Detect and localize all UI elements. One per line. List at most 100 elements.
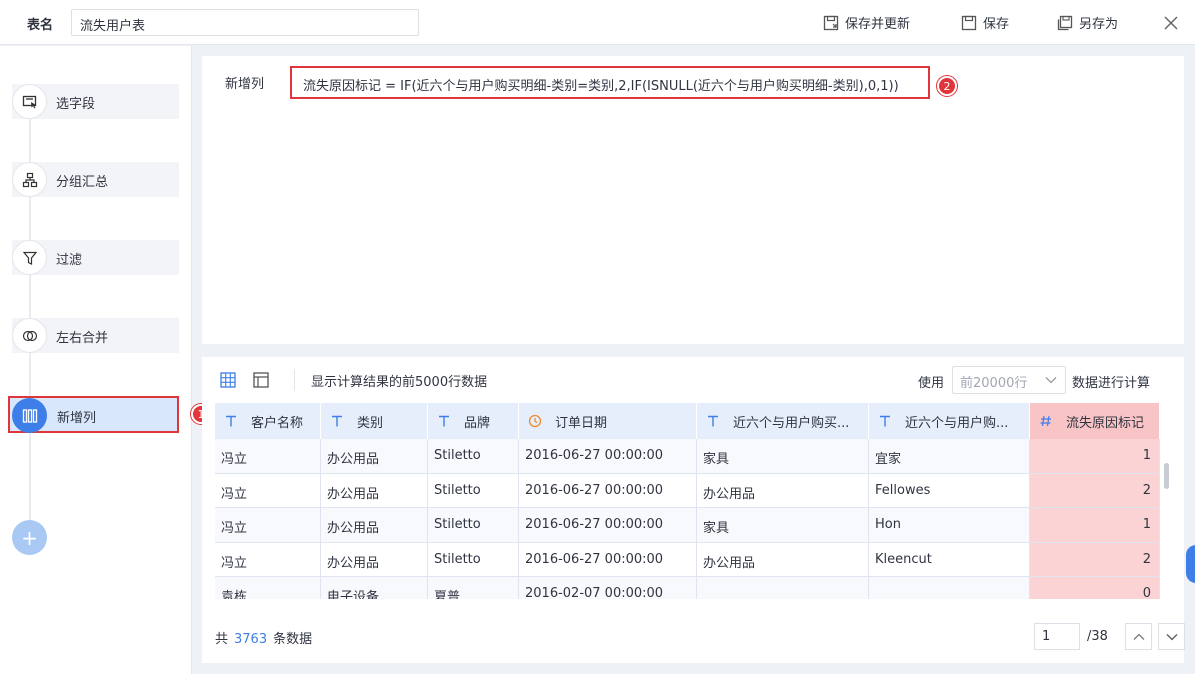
formula-panel: 新增列 流失原因标记 = IF(近六个与用户购买明细-类别=类别,2,IF(IS… [202,56,1184,344]
table-cell: 办公用品 [321,473,428,507]
page-number-input[interactable]: 1 [1034,623,1080,650]
save-as-button[interactable]: 另存为 [1057,13,1118,32]
text-type-icon [332,415,342,427]
table-cell: 办公用品 [321,542,428,576]
table-cell: 2016-06-27 00:00:00 [519,439,697,473]
column-header-label: 品牌 [464,415,491,431]
formula-input[interactable]: 流失原因标记 = IF(近六个与用户购买明细-类别=类别,2,IF(ISNULL… [290,66,930,99]
preview-panel: 显示计算结果的前5000行数据 使用 前20000行 数据进行计算 客户名称 类… [202,357,1185,663]
annotation-badge-2: 2 [937,76,957,96]
footer-suffix: 条数据 [273,632,313,647]
prev-page-button[interactable] [1125,623,1152,650]
table-cell: 2016-02-07 00:00:00 [519,577,697,599]
table-cell: 冯立 [215,508,321,542]
table-scrollbar[interactable] [1164,463,1169,489]
table-cell: Stiletto [428,542,519,576]
close-icon[interactable] [1163,15,1179,31]
layout-view-icon[interactable] [252,371,270,389]
table-cell: 办公用品 [321,508,428,542]
table-cell: 1 [1030,439,1160,473]
table-cell: 2016-06-27 00:00:00 [519,473,697,507]
number-type-icon [1040,415,1051,427]
step-merge[interactable]: 左右合并 [12,318,179,353]
table-cell: 夏普 [428,577,519,599]
table-row[interactable]: 冯立 办公用品 Stiletto 2016-06-27 00:00:00 家具 … [215,508,1160,543]
table-cell [697,577,869,599]
page-total: /38 [1087,629,1108,644]
table-name-label: 表名 [27,18,54,33]
save-as-label: 另存为 [1079,17,1119,32]
step-filter[interactable]: 过滤 [12,240,179,275]
step-label: 选字段 [56,97,96,112]
table-cell: 袁栋 [215,577,321,599]
merge-icon [22,330,37,341]
column-header[interactable]: 近六个与用户购... [869,403,1030,439]
table-name-input[interactable]: 流失用户表 [71,9,419,36]
table-row[interactable]: 袁栋 电子设备 夏普 2016-02-07 00:00:00 0 [215,577,1160,599]
column-header[interactable]: 近六个与用户购买... [697,403,869,439]
table-cell: 2016-06-27 00:00:00 [519,508,697,542]
table-cell: 电子设备 [321,577,428,599]
step-circle [12,398,47,433]
save-and-update-button[interactable]: 保存并更新 [823,13,910,32]
table-cell: Stiletto [428,508,519,542]
grid-view-icon[interactable] [219,371,237,389]
group-summary-icon [22,172,37,187]
add-step-button[interactable]: + [12,520,47,555]
step-label: 过滤 [56,253,83,268]
new-column-icon [22,408,37,423]
table-cell: 2 [1030,473,1160,507]
row-limit-select[interactable]: 前20000行 [952,366,1066,394]
save-button[interactable]: 保存 [961,13,1009,32]
step-circle [12,240,47,275]
new-column-label: 新增列 [225,77,265,92]
next-page-button[interactable] [1158,623,1185,650]
table-row[interactable]: 冯立 办公用品 Stiletto 2016-06-27 00:00:00 办公用… [215,473,1160,508]
table-cell: 办公用品 [321,439,428,473]
footer-prefix: 共 [215,632,229,647]
column-header[interactable]: 类别 [321,403,428,439]
select-field-icon [22,95,36,108]
column-header[interactable]: 品牌 [428,403,519,439]
step-circle [12,162,47,197]
chevron-down-icon [1166,633,1177,640]
save-and-update-label: 保存并更新 [845,17,911,32]
column-header-label: 近六个与用户购买... [733,415,850,431]
table-cell: 家具 [697,508,869,542]
use-tail-label: 数据进行计算 [1072,376,1151,391]
step-label: 新增列 [57,411,97,426]
preview-info-text: 显示计算结果的前5000行数据 [311,375,488,390]
text-type-icon [880,415,890,427]
table-row[interactable]: 冯立 办公用品 Stiletto 2016-06-27 00:00:00 家具 … [215,439,1160,474]
step-label: 分组汇总 [56,175,109,190]
text-type-icon [708,415,718,427]
table-cell: 0 [1030,577,1160,599]
filter-icon [22,251,37,265]
table-cell: Hon [869,508,1030,542]
column-header[interactable]: 流失原因标记 [1030,403,1160,439]
step-new-column[interactable]: 新增列 [8,396,179,433]
column-header[interactable]: 订单日期 [519,403,697,439]
data-table: 客户名称 类别 品牌 订单日期 近六个与用户购买... 近六个与用户购... 流… [215,403,1160,599]
column-header-label: 订单日期 [555,415,608,431]
side-float-tab[interactable] [1186,545,1195,583]
use-label: 使用 [918,376,945,391]
total-count: 3763 [234,632,268,647]
table-cell: 办公用品 [697,542,869,576]
step-circle [12,84,47,119]
table-row[interactable]: 冯立 办公用品 Stiletto 2016-06-27 00:00:00 办公用… [215,542,1160,577]
step-group-summary[interactable]: 分组汇总 [12,162,179,197]
save-label: 保存 [983,17,1010,32]
top-bar: 表名 流失用户表 保存并更新 保存 另存为 [0,0,1195,45]
step-select-field[interactable]: 选字段 [12,84,179,119]
text-type-icon [226,415,236,427]
column-header[interactable]: 客户名称 [215,403,321,439]
toolbar-divider [294,369,295,391]
steps-sidebar: 选字段 分组汇总 过滤 左右合并 新增列 1 + [0,46,211,674]
table-cell: 1 [1030,508,1160,542]
table-cell: 冯立 [215,473,321,507]
save-as-icon [1057,15,1073,30]
table-cell: 家具 [697,439,869,473]
chevron-up-icon [1133,633,1144,640]
table-cell: Stiletto [428,439,519,473]
